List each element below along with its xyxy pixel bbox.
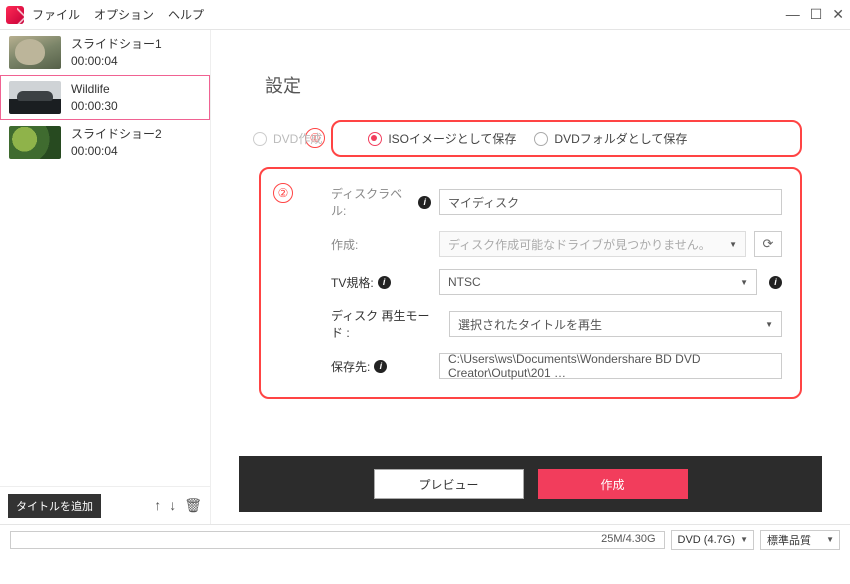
refresh-button[interactable]: ⟳ [754, 231, 782, 257]
clip-duration: 00:00:30 [71, 98, 118, 115]
clip-info: スライドショー1 00:00:04 [71, 36, 162, 70]
delete-icon[interactable]: 🗑 [184, 497, 202, 514]
radio-dot-icon [368, 132, 382, 146]
row-tv: TV規格: i NTSC i [331, 269, 782, 295]
info-icon[interactable]: i [418, 196, 431, 209]
thumbnail [9, 36, 61, 69]
label-play-mode: ディスク 再生モード : [331, 307, 441, 341]
preview-button[interactable]: プレビュー [374, 469, 524, 499]
move-up-icon[interactable]: ↑ [154, 497, 161, 514]
row-disc-label: ディスクラベル: i マイディスク [331, 185, 782, 219]
close-icon[interactable]: ✕ [832, 6, 844, 23]
radio-label: DVD作成 [273, 130, 322, 147]
radio-dvd: DVD作成 [253, 130, 322, 147]
titlebar: ファイル オプション ヘルプ — ☐ ✕ [0, 0, 850, 30]
row-play-mode: ディスク 再生モード : 選択されたタイトルを再生 [331, 307, 782, 341]
sidebar-actions: ↑ ↓ 🗑 [154, 497, 202, 514]
info-icon[interactable]: i [378, 276, 391, 289]
row-create: 作成: ディスク作成可能なドライブが見つかりません。 ⟳ [331, 231, 782, 257]
radio-label: DVDフォルダとして保存 [554, 130, 687, 147]
clip-title: Wildlife [71, 81, 118, 98]
sidebar: スライドショー1 00:00:04 Wildlife 00:00:30 スライド… [0, 30, 211, 524]
info-icon[interactable]: i [769, 276, 782, 289]
move-down-icon[interactable]: ↓ [169, 497, 176, 514]
menu-help[interactable]: ヘルプ [168, 6, 204, 23]
radio-dot-icon [253, 132, 267, 146]
app-icon [6, 6, 24, 24]
main-panel: 設定 ① DVD作成 ISOイメージとして保存 DVDフォルダとして保存 [211, 30, 850, 524]
minimize-icon[interactable]: — [786, 6, 800, 23]
thumbnail [9, 81, 61, 114]
output-radio-group: ① DVD作成 ISOイメージとして保存 DVDフォルダとして保存 [331, 120, 802, 157]
create-button[interactable]: 作成 [538, 469, 688, 499]
capacity-bar: 25M/4.30G [10, 531, 665, 549]
statusbar: 25M/4.30G DVD (4.7G) 標準品質 [0, 524, 850, 554]
thumbnail [9, 126, 61, 159]
label-create: 作成: [331, 236, 431, 253]
clip-list: スライドショー1 00:00:04 Wildlife 00:00:30 スライド… [0, 30, 210, 486]
label-save-to: 保存先: i [331, 358, 431, 375]
info-icon[interactable]: i [374, 360, 387, 373]
maximize-icon[interactable]: ☐ [810, 6, 823, 23]
add-title-button[interactable]: タイトルを追加 [8, 494, 101, 518]
disc-type-select[interactable]: DVD (4.7G) [671, 530, 754, 550]
settings-heading: 設定 [265, 72, 822, 98]
capacity-text: 25M/4.30G [601, 533, 655, 545]
menu-file[interactable]: ファイル [32, 6, 80, 23]
radio-folder[interactable]: DVDフォルダとして保存 [534, 130, 687, 147]
list-item[interactable]: スライドショー1 00:00:04 [0, 30, 210, 75]
clip-title: スライドショー2 [71, 126, 162, 143]
clip-duration: 00:00:04 [71, 53, 162, 70]
clip-info: スライドショー2 00:00:04 [71, 126, 162, 160]
sidebar-footer: タイトルを追加 ↑ ↓ 🗑 [0, 486, 210, 524]
radio-label: ISOイメージとして保存 [388, 130, 516, 147]
clip-duration: 00:00:04 [71, 143, 162, 160]
button-bar: プレビュー 作成 [239, 456, 822, 512]
window-controls: — ☐ ✕ [786, 6, 844, 23]
quality-select[interactable]: 標準品質 [760, 530, 840, 550]
radio-dot-icon [534, 132, 548, 146]
menu-bar: ファイル オプション ヘルプ [32, 6, 204, 23]
callout-2: ② [273, 183, 293, 203]
menu-options[interactable]: オプション [94, 6, 154, 23]
drive-select: ディスク作成可能なドライブが見つかりません。 [439, 231, 746, 257]
list-item[interactable]: スライドショー2 00:00:04 [0, 120, 210, 165]
save-path-field[interactable]: C:\Users\ws\Documents\Wondershare BD DVD… [439, 353, 782, 379]
disc-label-input[interactable]: マイディスク [439, 189, 782, 215]
clip-title: スライドショー1 [71, 36, 162, 53]
label-disc-label: ディスクラベル: i [331, 185, 431, 219]
content: スライドショー1 00:00:04 Wildlife 00:00:30 スライド… [0, 30, 850, 524]
settings-panel: 設定 ① DVD作成 ISOイメージとして保存 DVDフォルダとして保存 [239, 62, 822, 512]
row-save-to: 保存先: i C:\Users\ws\Documents\Wondershare… [331, 353, 782, 379]
refresh-icon: ⟳ [763, 236, 774, 252]
clip-info: Wildlife 00:00:30 [71, 81, 118, 115]
settings-form: ② ディスクラベル: i マイディスク 作成: ディスク作成可能なドライブが見つ… [259, 167, 802, 399]
play-mode-select[interactable]: 選択されたタイトルを再生 [449, 311, 782, 337]
list-item[interactable]: Wildlife 00:00:30 [0, 75, 210, 120]
label-tv: TV規格: i [331, 274, 431, 291]
radio-iso[interactable]: ISOイメージとして保存 [368, 130, 516, 147]
tv-standard-select[interactable]: NTSC [439, 269, 757, 295]
